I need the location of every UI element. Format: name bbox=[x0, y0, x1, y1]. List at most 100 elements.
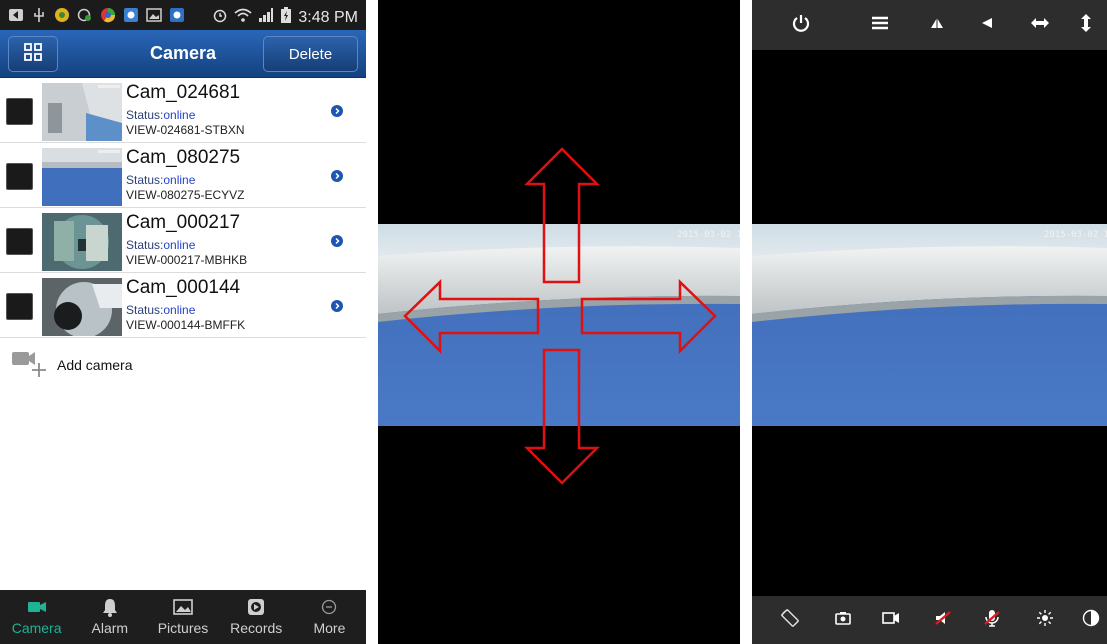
menu-icon bbox=[871, 15, 889, 36]
camera-id: VIEW-024681-STBXN bbox=[126, 123, 245, 137]
camera-id: VIEW-080275-ECYVZ bbox=[126, 188, 245, 202]
menu-button[interactable] bbox=[867, 12, 893, 38]
battery-icon bbox=[280, 6, 292, 29]
app-header: Camera Delete bbox=[0, 30, 366, 78]
camera-thumbnail bbox=[42, 148, 122, 206]
camera-list-screen: 3:48 PM Camera Delete Cam_024681 Status:… bbox=[0, 0, 366, 644]
top-control-bar bbox=[752, 0, 1107, 50]
tab-alarm-label: Alarm bbox=[91, 620, 129, 636]
tab-records-label: Records bbox=[230, 620, 283, 636]
vertical-patrol-icon bbox=[1080, 13, 1092, 38]
camera-thumbnail bbox=[42, 83, 122, 141]
speaker-mute-icon bbox=[934, 609, 952, 632]
camera-name: Cam_000217 bbox=[126, 212, 241, 233]
wifi-icon bbox=[234, 7, 252, 28]
signal-icon bbox=[258, 7, 274, 28]
camera-row[interactable]: Cam_000144 Status:online VIEW-000144-BMF… bbox=[0, 273, 366, 338]
delete-button[interactable]: Delete bbox=[263, 36, 358, 72]
flip-vertical-button[interactable] bbox=[924, 12, 950, 38]
camera-thumbnail bbox=[42, 213, 122, 271]
camera-status: Status:online bbox=[126, 238, 196, 252]
camera-app-icon-2 bbox=[169, 7, 185, 23]
clock-time: 3:48 PM bbox=[298, 8, 358, 26]
camera-id: VIEW-000144-BMFFK bbox=[126, 318, 246, 332]
arrow-left-icon bbox=[403, 279, 540, 355]
arrow-down-icon bbox=[523, 348, 601, 485]
camera-row[interactable]: Cam_080275 Status:online VIEW-080275-ECY… bbox=[0, 143, 366, 208]
tab-camera-label: Camera bbox=[11, 620, 62, 636]
select-checkbox[interactable] bbox=[6, 98, 33, 125]
tab-records[interactable]: Records bbox=[220, 590, 293, 644]
record-video-icon bbox=[882, 611, 900, 629]
talk-button[interactable] bbox=[979, 607, 1005, 633]
record-icon bbox=[246, 597, 266, 617]
rotate-icon bbox=[780, 608, 800, 633]
select-checkbox[interactable] bbox=[6, 163, 33, 190]
tab-more[interactable]: More bbox=[293, 590, 366, 644]
alarm-clock-icon bbox=[212, 7, 228, 28]
live-view-controls-screen: 2015-03-02 15:16:20 bbox=[752, 0, 1107, 644]
camera-name: Cam_000144 bbox=[126, 277, 241, 298]
chrome-notification-icon bbox=[100, 7, 116, 23]
chevron-right-icon[interactable] bbox=[331, 235, 343, 247]
system-status: 3:48 PM bbox=[212, 6, 358, 29]
power-button[interactable] bbox=[788, 12, 814, 38]
vertical-patrol-button[interactable] bbox=[1073, 12, 1099, 38]
horizontal-patrol-button[interactable] bbox=[1027, 12, 1053, 38]
live-view-ptz-screen: 2015-03-02 15:16:20 bbox=[378, 0, 740, 644]
rotate-button[interactable] bbox=[777, 607, 803, 633]
mic-mute-icon bbox=[983, 609, 1001, 632]
camera-name: Cam_080275 bbox=[126, 147, 241, 168]
brightness-icon bbox=[1036, 609, 1054, 632]
arrow-up-icon bbox=[523, 147, 601, 284]
tab-more-label: More bbox=[313, 620, 346, 636]
bell-icon bbox=[100, 597, 120, 617]
add-camera-button[interactable]: Add camera bbox=[12, 349, 212, 381]
chevron-right-icon[interactable] bbox=[331, 105, 343, 117]
camera-status: Status:online bbox=[126, 173, 196, 187]
tab-camera[interactable]: Camera bbox=[0, 590, 73, 644]
app-notification-icon bbox=[54, 7, 70, 23]
contrast-icon bbox=[1082, 609, 1100, 632]
record-button[interactable] bbox=[878, 607, 904, 633]
arrow-right-icon bbox=[580, 279, 717, 355]
add-camera-icon bbox=[12, 349, 50, 384]
flip-up-icon bbox=[929, 16, 945, 35]
camera-status: Status:online bbox=[126, 108, 196, 122]
picture-icon bbox=[173, 597, 193, 617]
audio-button[interactable] bbox=[930, 607, 956, 633]
chevron-right-icon[interactable] bbox=[331, 170, 343, 182]
missed-call-icon bbox=[77, 7, 93, 23]
camera-app-icon bbox=[123, 7, 139, 23]
contrast-button[interactable] bbox=[1078, 607, 1104, 633]
video-feed[interactable]: 2015-03-02 15:16:20 bbox=[752, 224, 1107, 426]
add-camera-label: Add camera bbox=[57, 357, 133, 373]
brightness-button[interactable] bbox=[1032, 607, 1058, 633]
snapshot-button[interactable] bbox=[830, 607, 856, 633]
bottom-control-bar bbox=[752, 596, 1107, 644]
camera-name: Cam_024681 bbox=[126, 82, 241, 103]
camera-thumbnail bbox=[42, 278, 122, 336]
usb-icon bbox=[31, 7, 47, 23]
select-checkbox[interactable] bbox=[6, 228, 33, 255]
status-bar: 3:48 PM bbox=[0, 0, 366, 30]
tab-alarm[interactable]: Alarm bbox=[73, 590, 146, 644]
notification-icons bbox=[8, 7, 185, 23]
bottom-nav: Camera Alarm Pictures Records More bbox=[0, 590, 366, 644]
chevron-right-icon[interactable] bbox=[331, 300, 343, 312]
camera-row[interactable]: Cam_000217 Status:online VIEW-000217-MBH… bbox=[0, 208, 366, 273]
snapshot-icon bbox=[835, 611, 851, 630]
mirror-button[interactable] bbox=[974, 12, 1000, 38]
camera-row[interactable]: Cam_024681 Status:online VIEW-024681-STB… bbox=[0, 78, 366, 143]
more-icon bbox=[319, 597, 339, 617]
power-icon bbox=[791, 13, 811, 38]
camera-status: Status:online bbox=[126, 303, 196, 317]
flip-left-icon bbox=[980, 16, 994, 35]
select-checkbox[interactable] bbox=[6, 293, 33, 320]
camera-list: Cam_024681 Status:online VIEW-024681-STB… bbox=[0, 78, 366, 338]
video-timestamp: 2015-03-02 15:16:20 bbox=[1044, 230, 1107, 240]
camera-id: VIEW-000217-MBHKB bbox=[126, 253, 248, 267]
video-camera-icon bbox=[27, 597, 47, 617]
tab-pictures-label: Pictures bbox=[157, 620, 209, 636]
tab-pictures[interactable]: Pictures bbox=[146, 590, 219, 644]
